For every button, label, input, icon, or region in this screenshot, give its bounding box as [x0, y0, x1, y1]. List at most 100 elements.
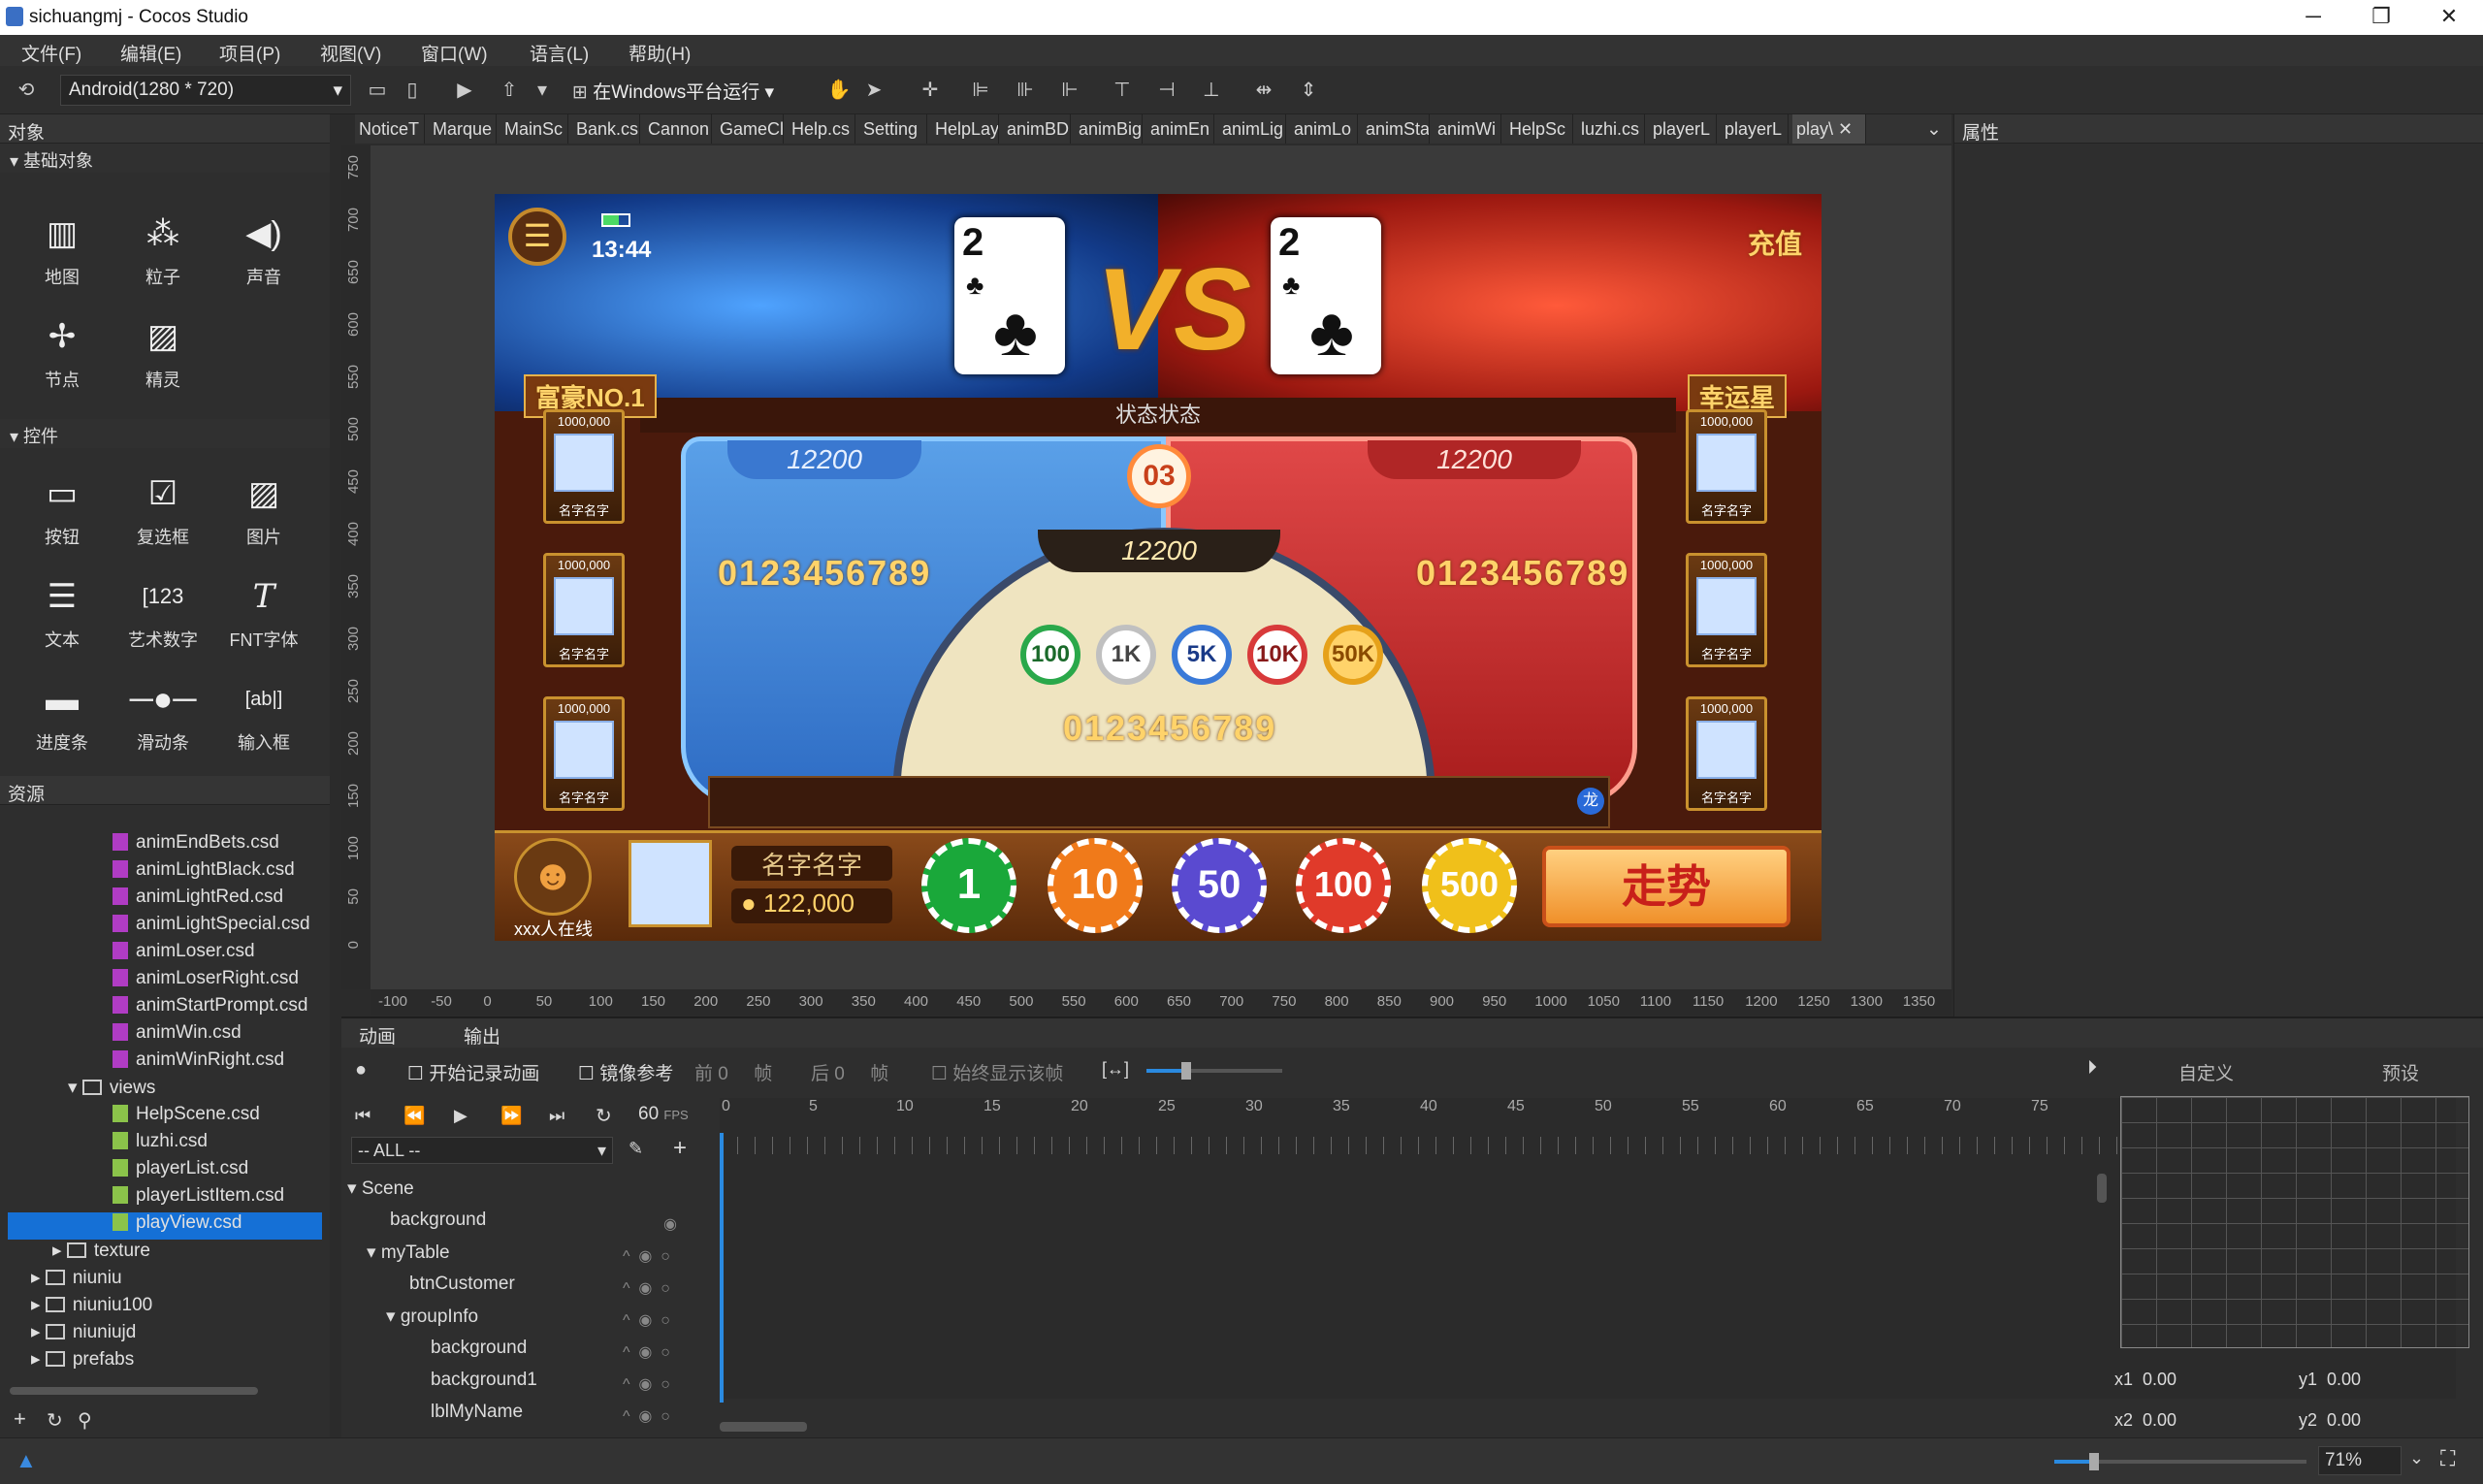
tab[interactable]: playerL — [1721, 114, 1789, 144]
onion-before[interactable]: 前 0 帧 — [694, 1059, 772, 1085]
seat-left-1[interactable]: 1000,000 名字名字 — [543, 409, 625, 524]
next-frame-icon[interactable]: ⏩ — [500, 1106, 522, 1126]
file-item[interactable]: animWinRight.csd — [113, 1049, 284, 1071]
menu-file[interactable]: 文件(F) — [21, 40, 81, 66]
widget-checkbox[interactable]: ☑ 复选框 — [114, 464, 211, 549]
search-icon[interactable]: ⚲ — [78, 1408, 92, 1433]
menu-project[interactable]: 项目(P) — [219, 40, 280, 66]
file-item[interactable]: HelpScene.csd — [113, 1104, 260, 1125]
y2-field[interactable]: y2 0.00 — [2299, 1410, 2361, 1431]
tab[interactable]: animBD — [1003, 114, 1071, 144]
anchor-icon[interactable]: ✛ — [918, 78, 943, 103]
x2-field[interactable]: x2 0.00 — [2114, 1410, 2177, 1431]
warning-icon[interactable]: ▲ — [16, 1448, 37, 1473]
curve-editor-grid[interactable] — [2120, 1096, 2469, 1348]
add-icon[interactable]: + — [673, 1135, 687, 1162]
fps-input[interactable]: 60 FPS — [638, 1104, 689, 1125]
close-icon[interactable]: ✕ — [1838, 119, 1853, 139]
online-players-icon[interactable]: ☻ — [514, 838, 592, 916]
file-item[interactable]: animStartPrompt.csd — [113, 995, 307, 1016]
controls-section[interactable]: ▾ 控件 — [0, 419, 330, 448]
file-item-selected[interactable]: playView.csd — [8, 1212, 322, 1240]
publish-dropdown-icon[interactable]: ▾ — [530, 78, 555, 103]
menu-window[interactable]: 窗口(W) — [421, 40, 488, 66]
rotate-device-icon[interactable]: ⟲ — [14, 78, 39, 103]
tab[interactable]: Bank.cs — [572, 114, 640, 144]
lock-icon[interactable]: ^ ◉ ○ — [623, 1337, 720, 1369]
file-item[interactable]: animWin.csd — [113, 1022, 242, 1044]
widget-input[interactable]: [ab|] 输入框 — [215, 669, 312, 755]
tree-node[interactable]: background — [390, 1210, 486, 1231]
node-filter-select[interactable]: -- ALL -- ▾ — [351, 1137, 613, 1164]
zoom-slider[interactable] — [1146, 1062, 1282, 1080]
chevron-down-icon[interactable]: ⌄ — [2409, 1448, 2424, 1468]
landscape-icon[interactable]: ▭ — [365, 78, 390, 103]
record-animation-checkbox[interactable]: ☐ 开始记录动画 — [407, 1059, 539, 1085]
game-preview[interactable]: ☰ 13:44 2 ♣ ♣ VS 2 ♣ ♣ 充值 状态状态 富豪NO.1 幸运星 12… — [495, 194, 1822, 941]
always-show-checkbox[interactable]: ☐ 始终显示该帧 — [931, 1059, 1063, 1085]
tab[interactable]: NoticeT — [355, 114, 425, 144]
folder-item[interactable]: ▸ prefabs — [31, 1348, 134, 1371]
refresh-icon[interactable]: ↻ — [47, 1408, 63, 1433]
run-platform-button[interactable]: ⊞ 在Windows平台运行 ▾ — [572, 78, 774, 105]
tab[interactable]: animBig — [1075, 114, 1143, 144]
file-item[interactable]: playerList.csd — [113, 1158, 248, 1179]
maximize-icon[interactable]: ❐ — [2347, 0, 2415, 35]
menu-view[interactable]: 视图(V) — [320, 40, 381, 66]
chip-500[interactable]: 500 — [1422, 838, 1517, 933]
tree-node[interactable]: background — [431, 1338, 527, 1359]
first-frame-icon[interactable]: ⏮ — [355, 1106, 371, 1126]
publish-icon[interactable]: ⇧ — [497, 78, 522, 103]
widget-progress[interactable]: ▬ 进度条 — [14, 669, 111, 755]
last-frame-icon[interactable]: ⏭ — [549, 1106, 564, 1126]
chip-10[interactable]: 10 — [1048, 838, 1143, 933]
tab[interactable]: animLo — [1290, 114, 1358, 144]
widget-fnt[interactable]: T FNT字体 — [215, 566, 312, 652]
resolution-select[interactable]: Android(1280 * 720) ▾ — [60, 75, 351, 106]
widget-button[interactable]: ▭ 按钮 — [14, 464, 111, 549]
tab[interactable]: animEn — [1146, 114, 1214, 144]
widget-slider[interactable]: ─●─ 滑动条 — [114, 669, 211, 755]
select-tool-icon[interactable]: ➤ — [861, 78, 887, 103]
align-center-icon[interactable]: ⊪ — [1013, 78, 1038, 103]
chip-50[interactable]: 50 — [1172, 838, 1267, 933]
recharge-button[interactable]: 充值 — [1746, 223, 1804, 262]
tab[interactable]: Setting — [859, 114, 927, 144]
edit-icon[interactable]: ✎ — [629, 1139, 643, 1159]
folder-item[interactable]: ▸ niuniu100 — [31, 1294, 152, 1316]
menu-icon[interactable]: ☰ — [508, 208, 566, 266]
tab[interactable]: Help.cs — [788, 114, 855, 144]
folder-views[interactable]: ▾ views — [68, 1077, 155, 1099]
tab[interactable]: animLig — [1218, 114, 1286, 144]
seat-right-1[interactable]: 1000,000 名字名字 — [1686, 409, 1767, 524]
close-icon[interactable]: ✕ — [2415, 0, 2483, 35]
menu-language[interactable]: 语言(L) — [530, 40, 589, 66]
play-icon[interactable]: ▶ — [454, 1106, 468, 1126]
folder-item[interactable]: ▸ niuniu — [31, 1267, 122, 1289]
widget-particle[interactable]: ⁂ 粒子 — [114, 204, 211, 289]
lock-icon[interactable]: ^ ◉ ○ — [623, 1401, 720, 1433]
file-item[interactable]: animLightSpecial.csd — [113, 914, 310, 935]
lock-icon[interactable]: ^ ◉ ○ — [623, 1305, 720, 1337]
horizontal-scrollbar[interactable] — [10, 1387, 258, 1395]
seat-right-3[interactable]: 1000,000 名字名字 — [1686, 696, 1767, 811]
distribute-h-icon[interactable]: ⇹ — [1251, 78, 1276, 103]
widget-sound[interactable]: ◀) 声音 — [215, 204, 312, 289]
widget-sprite[interactable]: ▨ 精灵 — [114, 306, 211, 392]
play-icon[interactable]: ▶ — [452, 78, 477, 103]
tab-preset-curve[interactable]: 预设 — [2382, 1059, 2419, 1085]
playhead[interactable] — [720, 1133, 724, 1403]
tab-output[interactable]: 输出 — [464, 1022, 500, 1048]
play-forward-icon[interactable]: ⏵ — [2087, 1057, 2097, 1080]
tab[interactable]: playerL — [1649, 114, 1717, 144]
onion-after[interactable]: 后 0 帧 — [811, 1059, 888, 1085]
x1-field[interactable]: x1 0.00 — [2114, 1370, 2177, 1390]
portrait-icon[interactable]: ▯ — [400, 78, 425, 103]
align-middle-icon[interactable]: ⊣ — [1154, 78, 1179, 103]
menu-edit[interactable]: 编辑(E) — [120, 40, 181, 66]
align-right-icon[interactable]: ⊩ — [1057, 78, 1082, 103]
menu-help[interactable]: 帮助(H) — [629, 40, 691, 66]
tab[interactable]: MainSc — [500, 114, 568, 144]
distribute-v-icon[interactable]: ⇕ — [1296, 78, 1321, 103]
seat-right-2[interactable]: 1000,000 名字名字 — [1686, 553, 1767, 667]
